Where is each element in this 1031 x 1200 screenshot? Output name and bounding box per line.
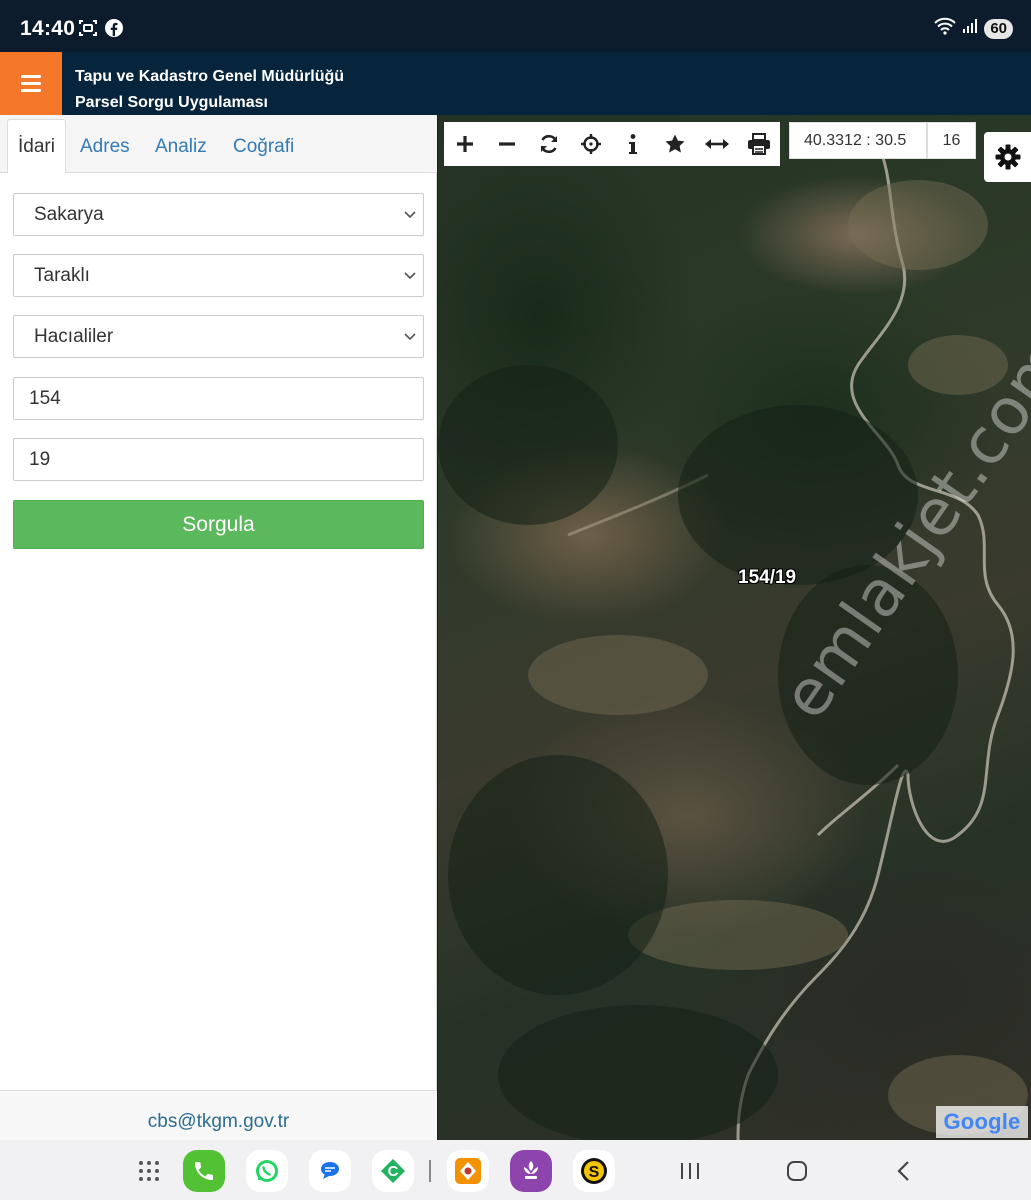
- home-icon: [787, 1161, 807, 1181]
- zoom-in-button[interactable]: [444, 122, 486, 166]
- tab-idari[interactable]: İdari: [7, 119, 66, 174]
- coordinate-readout: 40.3312 : 30.5: [789, 122, 927, 159]
- info-icon: [629, 134, 637, 154]
- query-button[interactable]: Sorgula: [13, 500, 424, 549]
- district-value: Taraklı: [34, 264, 90, 286]
- locate-button[interactable]: [570, 122, 612, 166]
- messages-app-icon[interactable]: [309, 1150, 351, 1192]
- parcel-number-input[interactable]: 19: [13, 438, 424, 481]
- screenshot-icon: [77, 17, 99, 39]
- query-panel: İdari Adres Analiz Coğrafi Sakarya Tarak…: [0, 115, 437, 1140]
- wifi-icon: [934, 17, 957, 40]
- province-select[interactable]: Sakarya: [13, 193, 424, 236]
- refresh-button[interactable]: [528, 122, 570, 166]
- refresh-icon: [540, 134, 558, 154]
- gear-icon: [995, 144, 1020, 170]
- recents-icon: [681, 1163, 699, 1179]
- phone-app-icon[interactable]: [183, 1150, 225, 1192]
- system-nav-bar: C S: [0, 1140, 1031, 1200]
- signal-icon: [962, 18, 978, 39]
- zoom-in-icon: [457, 136, 473, 152]
- status-bar: 14:40 60: [0, 0, 1031, 52]
- tab-adres[interactable]: Adres: [80, 119, 130, 174]
- info-button[interactable]: [612, 122, 654, 166]
- panel-footer: cbs@tkgm.gov.tr: [0, 1090, 437, 1140]
- home-button[interactable]: [776, 1150, 818, 1192]
- district-select[interactable]: Taraklı: [13, 254, 424, 297]
- battery-indicator: 60: [984, 18, 1013, 39]
- back-icon: [897, 1161, 909, 1181]
- block-number-value: 154: [29, 387, 61, 409]
- c-app-icon[interactable]: C: [372, 1150, 414, 1192]
- satellite-imagery: [438, 144, 1028, 1140]
- app-title: Tapu ve Kadastro Genel Müdürlüğü Parsel …: [75, 64, 344, 116]
- block-number-input[interactable]: 154: [13, 377, 424, 420]
- measure-button[interactable]: [696, 122, 738, 166]
- google-logo-text: Google: [943, 1109, 1021, 1134]
- zoom-out-button[interactable]: [486, 122, 528, 166]
- status-time: 14:40: [20, 17, 76, 40]
- recents-button[interactable]: [669, 1150, 711, 1192]
- chevron-down-icon: [404, 211, 416, 219]
- apps-grid-icon: [139, 1161, 159, 1181]
- tab-analiz[interactable]: Analiz: [155, 119, 207, 174]
- zoom-level-readout: 16: [927, 122, 976, 159]
- nav-divider: [429, 1160, 431, 1182]
- locate-icon: [581, 134, 601, 154]
- svg-text:C: C: [388, 1163, 399, 1180]
- svg-text:S: S: [589, 1164, 600, 1181]
- map-toolbar: [444, 122, 780, 166]
- neighborhood-select[interactable]: Hacıaliler: [13, 315, 424, 358]
- s-app-icon[interactable]: S: [573, 1150, 615, 1192]
- favorite-button[interactable]: [654, 122, 696, 166]
- hamburger-icon: [21, 71, 41, 96]
- apps-grid-button[interactable]: [128, 1150, 170, 1192]
- print-icon: [748, 133, 770, 155]
- menu-button[interactable]: [0, 52, 62, 115]
- map-settings-button[interactable]: [984, 132, 1031, 182]
- zoom-out-icon: [499, 142, 515, 146]
- map-view[interactable]: emlakjet.com 40.3312 : 30.5 16 154/19 Go…: [438, 115, 1031, 1140]
- purple-app-icon[interactable]: [510, 1150, 552, 1192]
- back-button[interactable]: [883, 1150, 925, 1192]
- forest-patches: [438, 365, 958, 1140]
- contact-email-link[interactable]: cbs@tkgm.gov.tr: [148, 1099, 289, 1133]
- neighborhood-value: Hacıaliler: [34, 325, 114, 347]
- star-icon: [665, 134, 685, 153]
- chevron-down-icon: [404, 333, 416, 341]
- parcel-label[interactable]: 154/19: [738, 567, 796, 589]
- app-header: Tapu ve Kadastro Genel Müdürlüğü Parsel …: [0, 52, 1031, 115]
- facebook-icon: [103, 17, 125, 39]
- parcel-number-value: 19: [29, 448, 51, 470]
- orange-app-icon[interactable]: [447, 1150, 489, 1192]
- print-button[interactable]: [738, 122, 780, 166]
- tab-cografi[interactable]: Coğrafi: [233, 119, 294, 174]
- app-title-line2: Parsel Sorgu Uygulaması: [75, 94, 268, 111]
- province-value: Sakarya: [34, 203, 104, 225]
- measure-icon: [705, 139, 729, 149]
- app-title-line1: Tapu ve Kadastro Genel Müdürlüğü: [75, 68, 345, 85]
- tab-bar: İdari Adres Analiz Coğrafi: [0, 115, 437, 174]
- google-attribution: Google: [936, 1106, 1028, 1138]
- chevron-down-icon: [404, 272, 416, 280]
- whatsapp-app-icon[interactable]: [246, 1150, 288, 1192]
